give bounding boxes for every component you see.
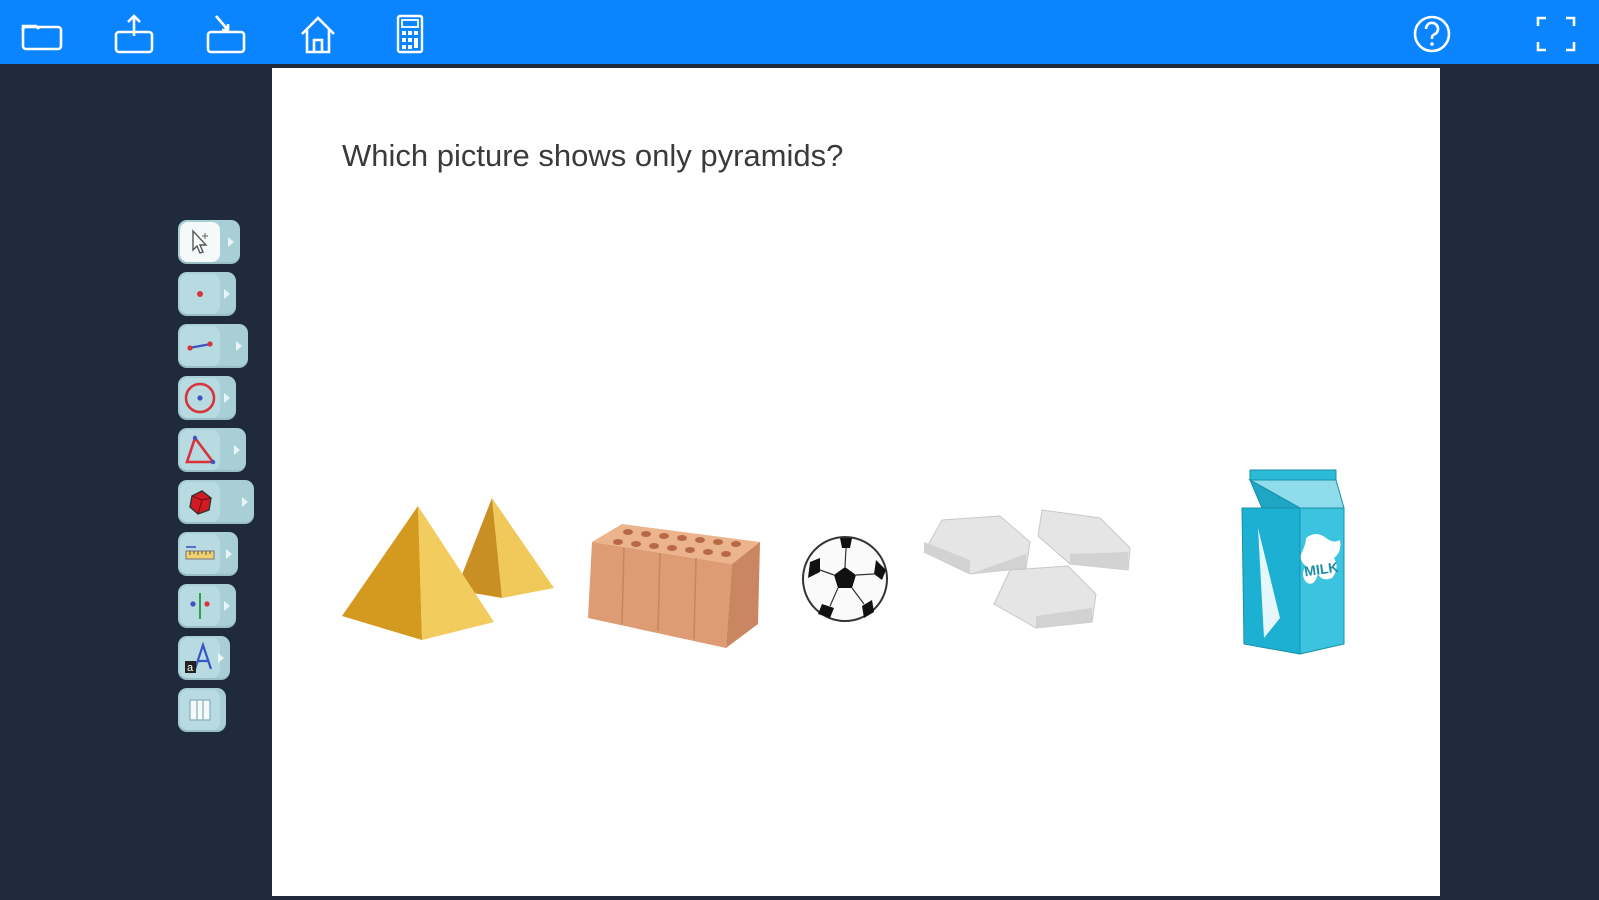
- calculator-button[interactable]: [382, 8, 438, 60]
- milk-carton-image: MILK: [1241, 469, 1345, 655]
- brick-image: [588, 524, 760, 648]
- circle-tool-button[interactable]: [178, 376, 236, 420]
- download-button[interactable]: [198, 8, 254, 60]
- milk-carton-picture[interactable]: MILK: [1240, 468, 1350, 658]
- soccer-ball-picture[interactable]: [800, 534, 890, 624]
- home-icon: [301, 16, 335, 54]
- point-tool-button[interactable]: [178, 272, 236, 316]
- table-tool-button[interactable]: [178, 688, 226, 732]
- transform-tool-button[interactable]: [178, 584, 236, 628]
- ruler-icon: [185, 546, 215, 560]
- text-icon: a: [185, 641, 213, 674]
- question-canvas: Which picture shows only pyramids? MILK: [272, 68, 1440, 896]
- move-tool-button[interactable]: [178, 220, 240, 264]
- polygon-tool-button[interactable]: [178, 428, 246, 472]
- cursor-icon: [192, 229, 208, 254]
- svg-text:a: a: [187, 662, 194, 674]
- circle-icon: [184, 382, 216, 414]
- folder-icon: [21, 24, 63, 51]
- fullscreen-icon: [1536, 16, 1576, 52]
- brick-picture[interactable]: [582, 520, 762, 650]
- reflect-icon: [190, 593, 210, 619]
- open-folder-button[interactable]: [14, 8, 70, 60]
- table-icon: [189, 699, 211, 721]
- help-button[interactable]: [1404, 8, 1460, 60]
- triangle-icon: [185, 435, 216, 465]
- pyramids-image: [342, 498, 554, 640]
- line-segment-icon: [187, 341, 213, 351]
- folder-upload-icon: [114, 14, 154, 54]
- fullscreen-button[interactable]: [1528, 8, 1584, 60]
- folder-download-icon: [206, 15, 246, 54]
- hexagon-tiles-image: [923, 509, 1131, 629]
- solid-tool-button[interactable]: [178, 480, 254, 524]
- pyramids-picture[interactable]: [342, 498, 562, 648]
- solid-icon: [189, 490, 212, 515]
- line-tool-button[interactable]: [178, 324, 248, 368]
- home-button[interactable]: [290, 8, 346, 60]
- top-toolbar: [0, 0, 1599, 64]
- point-icon: [197, 291, 203, 297]
- calculator-icon: [396, 14, 424, 54]
- measure-tool-button[interactable]: [178, 532, 238, 576]
- upload-button[interactable]: [106, 8, 162, 60]
- soccer-ball-image: [802, 536, 888, 622]
- question-text: Which picture shows only pyramids?: [342, 138, 844, 173]
- hexagon-tiles-picture[interactable]: [922, 508, 1137, 658]
- help-icon: [1413, 15, 1451, 53]
- text-tool-button[interactable]: a: [178, 636, 230, 680]
